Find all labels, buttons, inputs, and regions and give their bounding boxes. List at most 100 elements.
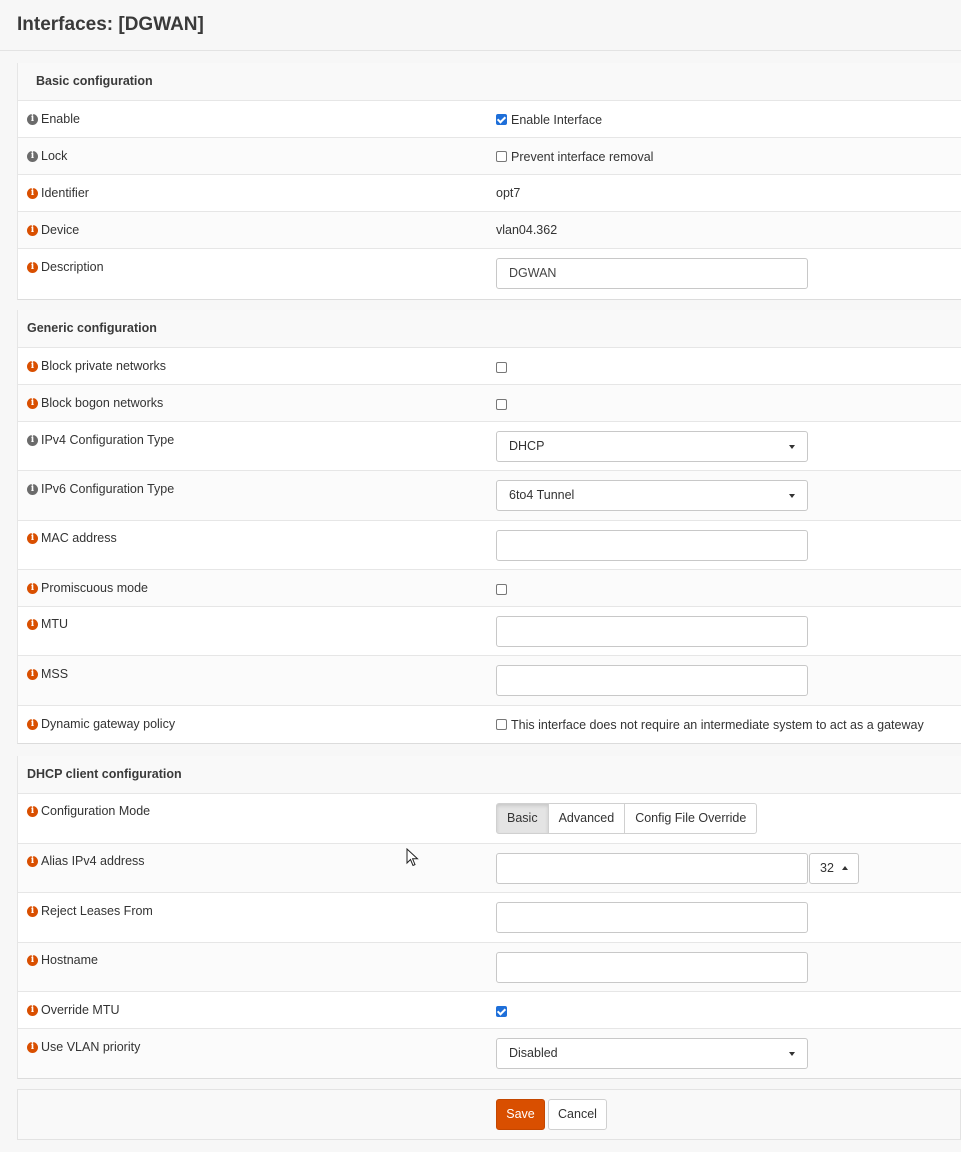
- identifier-value: opt7: [496, 186, 521, 200]
- reject-leases-row: i Reject Leases From: [18, 893, 961, 943]
- dynamic-gateway-checkbox-wrap[interactable]: This interface does not require an inter…: [496, 717, 924, 732]
- info-icon[interactable]: i: [27, 261, 38, 273]
- dynamic-gateway-checkbox[interactable]: [496, 719, 507, 731]
- dynamic-gateway-label: i Dynamic gateway policy: [27, 717, 175, 731]
- ipv6-type-value: 6to4 Tunnel: [509, 488, 575, 502]
- info-icon[interactable]: i: [27, 360, 38, 372]
- chevron-up-icon: [842, 866, 848, 870]
- dynamic-gateway-row: i Dynamic gateway policy This interface d…: [18, 706, 961, 743]
- info-icon[interactable]: i: [27, 582, 38, 594]
- mac-label: i MAC address: [27, 531, 117, 545]
- info-icon[interactable]: i: [27, 150, 38, 162]
- mac-input[interactable]: [496, 530, 808, 561]
- enable-row: i Enable Enable Interface: [18, 101, 961, 138]
- lock-checkbox-label[interactable]: Prevent interface removal: [511, 150, 653, 164]
- promisc-row: i Promiscuous mode: [18, 570, 961, 607]
- vlan-priority-row: i Use VLAN priority Disabled: [18, 1029, 961, 1078]
- basic-configuration-section: Basic configuration i Enable Enable Inter…: [17, 63, 961, 300]
- mode-config-file-override-button[interactable]: Config File Override: [624, 803, 758, 834]
- override-mtu-label: i Override MTU: [27, 1003, 119, 1017]
- ipv6-type-row: i IPv6 Configuration Type 6to4 Tunnel: [18, 471, 961, 521]
- mss-row: i MSS: [18, 656, 961, 706]
- block-private-row: i Block private networks: [18, 348, 961, 385]
- dynamic-gateway-checkbox-label[interactable]: This interface does not require an inter…: [511, 718, 924, 732]
- vlan-priority-select[interactable]: Disabled: [496, 1038, 808, 1069]
- info-icon[interactable]: i: [27, 483, 38, 495]
- enable-label: i Enable: [27, 112, 80, 126]
- info-icon[interactable]: i: [27, 434, 38, 446]
- lock-checkbox[interactable]: [496, 151, 507, 163]
- info-icon[interactable]: i: [27, 618, 38, 630]
- block-private-checkbox-wrap[interactable]: [496, 360, 507, 374]
- promisc-checkbox[interactable]: [496, 584, 507, 596]
- ipv4-type-select[interactable]: DHCP: [496, 431, 808, 462]
- block-bogon-checkbox-wrap[interactable]: [496, 397, 507, 411]
- info-icon[interactable]: i: [27, 954, 38, 966]
- alias-ipv4-label: i Alias IPv4 address: [27, 854, 145, 868]
- mode-basic-button[interactable]: Basic: [496, 803, 549, 834]
- hostname-input[interactable]: [496, 952, 808, 983]
- info-icon[interactable]: i: [27, 532, 38, 544]
- mss-input[interactable]: [496, 665, 808, 696]
- device-label: i Device: [27, 223, 79, 237]
- ipv4-type-label: i IPv4 Configuration Type: [27, 433, 174, 447]
- info-icon[interactable]: i: [27, 397, 38, 409]
- alias-ipv4-input[interactable]: [496, 853, 808, 884]
- mouse-cursor-icon: [406, 848, 419, 867]
- override-mtu-checkbox[interactable]: [496, 1006, 507, 1018]
- enable-checkbox-label[interactable]: Enable Interface: [511, 113, 602, 127]
- block-bogon-checkbox[interactable]: [496, 399, 507, 411]
- save-button[interactable]: Save: [496, 1099, 545, 1130]
- config-mode-row: i Configuration Mode Basic Advanced Confi…: [18, 794, 961, 844]
- info-icon[interactable]: i: [27, 905, 38, 917]
- page-title: Interfaces: [DGWAN]: [17, 14, 204, 35]
- section-header: DHCP client configuration: [18, 756, 961, 794]
- description-input[interactable]: DGWAN: [496, 258, 808, 289]
- block-bogon-row: i Block bogon networks: [18, 385, 961, 422]
- info-icon[interactable]: i: [27, 1004, 38, 1016]
- override-mtu-row: i Override MTU: [18, 992, 961, 1029]
- info-icon[interactable]: i: [27, 855, 38, 867]
- cancel-button[interactable]: Cancel: [548, 1099, 607, 1130]
- mtu-row: i MTU: [18, 607, 961, 656]
- info-icon[interactable]: i: [27, 224, 38, 236]
- enable-checkbox-wrap[interactable]: Enable Interface: [496, 112, 602, 127]
- description-row: i Description DGWAN: [18, 249, 961, 299]
- info-icon[interactable]: i: [27, 187, 38, 199]
- section-header: Generic configuration: [18, 310, 961, 348]
- info-icon[interactable]: i: [27, 805, 38, 817]
- ipv6-type-select[interactable]: 6to4 Tunnel: [496, 480, 808, 511]
- device-row: i Device vlan04.362: [18, 212, 961, 249]
- vlan-priority-label: i Use VLAN priority: [27, 1040, 140, 1054]
- enable-checkbox[interactable]: [496, 114, 507, 126]
- info-icon[interactable]: i: [27, 113, 38, 125]
- info-icon[interactable]: i: [27, 718, 38, 730]
- promisc-checkbox-wrap[interactable]: [496, 582, 507, 596]
- lock-row: i Lock Prevent interface removal: [18, 138, 961, 175]
- alias-ipv4-row: i Alias IPv4 address 32: [18, 844, 961, 893]
- mtu-input[interactable]: [496, 616, 808, 647]
- mtu-label: i MTU: [27, 617, 68, 631]
- form-footer: Save Cancel: [17, 1089, 961, 1140]
- block-bogon-label: i Block bogon networks: [27, 396, 163, 410]
- block-private-checkbox[interactable]: [496, 362, 507, 374]
- dhcp-client-configuration-section: DHCP client configuration i Configuration…: [17, 756, 961, 1079]
- lock-checkbox-wrap[interactable]: Prevent interface removal: [496, 149, 653, 164]
- alias-prefix-value: 32: [820, 861, 834, 875]
- identifier-row: i Identifier opt7: [18, 175, 961, 212]
- mss-label: i MSS: [27, 667, 68, 681]
- page-header: Interfaces: [DGWAN]: [0, 0, 961, 51]
- alias-prefix-select[interactable]: 32: [809, 853, 859, 884]
- config-mode-button-group: Basic Advanced Config File Override: [496, 803, 758, 834]
- promisc-label: i Promiscuous mode: [27, 581, 148, 595]
- hostname-row: i Hostname: [18, 943, 961, 992]
- lock-label: i Lock: [27, 149, 67, 163]
- hostname-label: i Hostname: [27, 953, 98, 967]
- info-icon[interactable]: i: [27, 668, 38, 680]
- reject-leases-input[interactable]: [496, 902, 808, 933]
- mode-advanced-button[interactable]: Advanced: [547, 803, 626, 834]
- chevron-down-icon: [789, 1052, 795, 1056]
- info-icon[interactable]: i: [27, 1041, 38, 1053]
- override-mtu-checkbox-wrap[interactable]: [496, 1004, 507, 1018]
- config-mode-label: i Configuration Mode: [27, 804, 150, 818]
